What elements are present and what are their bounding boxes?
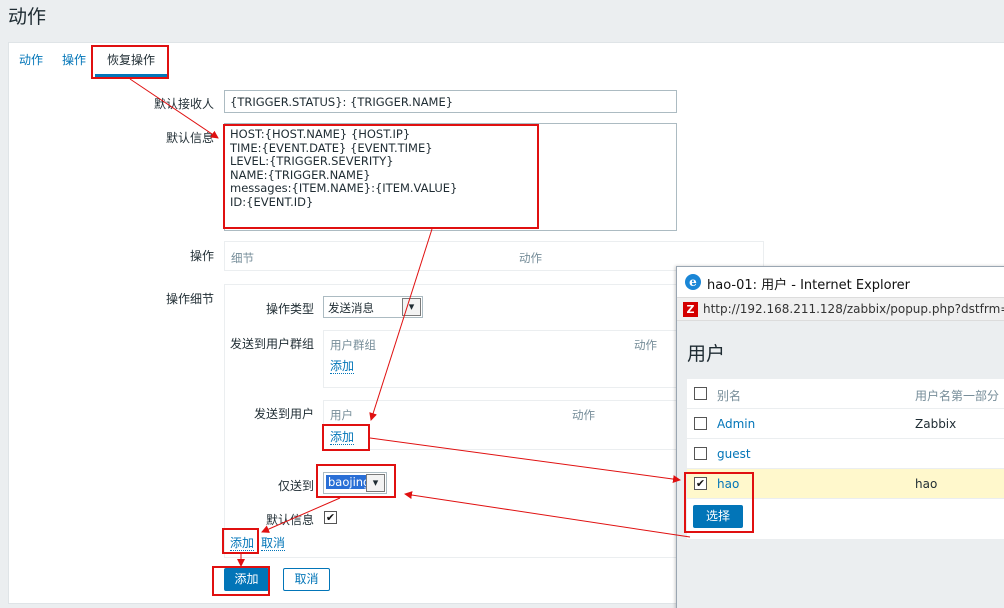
user-first-name: Zabbix [915, 417, 957, 431]
default-message-textarea[interactable]: HOST:{HOST.NAME} {HOST.IP} TIME:{EVENT.D… [224, 123, 677, 231]
message-line: messages:{ITEM.NAME}:{ITEM.VALUE} [230, 181, 458, 196]
chevron-down-icon: ▾ [402, 298, 421, 316]
user-first-name: hao [915, 477, 938, 491]
popup-heading: 用户 [687, 343, 726, 365]
user-alias-link[interactable]: guest [717, 447, 751, 461]
default-message-label: 默认信息 [165, 131, 214, 145]
users-col-action: 动作 [572, 408, 595, 422]
tab-operations[interactable]: 操作 [62, 43, 86, 75]
operation-details-label: 操作细节 [165, 292, 214, 306]
row-checkbox-checked[interactable]: ✔ [694, 477, 707, 490]
message-line: TIME:{EVENT.DATE} {EVENT.TIME} [230, 140, 433, 155]
message-line: HOST:{HOST.NAME} {HOST.IP} [230, 127, 411, 141]
user-groups-table: 用户群组 动作 添加 [323, 330, 683, 388]
operations-col-action: 动作 [519, 251, 542, 265]
operation-type-value: 发送消息 [328, 301, 374, 315]
table-row[interactable]: ✔ hao hao [687, 469, 1004, 499]
default-recipient-label: 默认接收人 [153, 97, 214, 111]
users-table: 用户 动作 添加 [323, 400, 683, 450]
inner-add-link[interactable]: 添加 [230, 536, 255, 551]
user-alias-link[interactable]: Admin [717, 417, 755, 431]
tab-recovery-operations[interactable]: 恢复操作 [95, 43, 168, 77]
table-header-row: 别名 用户名第一部分 [687, 379, 1004, 409]
inner-cancel-link[interactable]: 取消 [261, 536, 286, 551]
page-title: 动作 [8, 6, 47, 28]
popup-window-title: hao-01: 用户 - Internet Explorer [707, 278, 910, 293]
internet-explorer-icon: e [685, 274, 701, 290]
select-button[interactable]: 选择 [693, 505, 743, 528]
users-col-user: 用户 [330, 408, 353, 422]
groups-col-action: 动作 [634, 338, 657, 352]
tab-bar: 动作 操作 恢复操作 [9, 43, 1004, 77]
col-alias: 别名 [717, 389, 742, 403]
message-line: ID:{EVENT.ID} [230, 194, 314, 209]
ie-popup-window: e hao-01: 用户 - Internet Explorer Z http:… [676, 266, 1004, 608]
table-row[interactable]: Admin Zabbix [687, 409, 1004, 439]
cancel-button[interactable]: 取消 [283, 568, 330, 591]
send-to-users-label: 发送到用户 [253, 407, 314, 421]
operations-label: 操作 [189, 249, 214, 263]
add-user-group-link[interactable]: 添加 [330, 359, 355, 374]
groups-col-group: 用户群组 [330, 338, 376, 352]
default-message-checkbox[interactable]: ✔ [324, 511, 337, 524]
operation-type-select[interactable]: 发送消息 ▾ [323, 296, 423, 318]
operations-col-details: 细节 [231, 251, 254, 265]
operation-type-label: 操作类型 [265, 302, 314, 316]
message-line: LEVEL:{TRIGGER.SEVERITY} [230, 154, 394, 169]
select-all-checkbox[interactable] [694, 387, 707, 400]
user-alias-link[interactable]: hao [717, 477, 739, 491]
default-recipient-input[interactable]: {TRIGGER.STATUS}: {TRIGGER.NAME} [224, 90, 677, 113]
popup-address-bar[interactable]: Z http://192.168.211.128/zabbix/popup.ph… [677, 297, 1004, 321]
send-only-to-select[interactable]: baojing ▾ [323, 472, 387, 494]
tab-action[interactable]: 动作 [19, 43, 43, 75]
add-user-link[interactable]: 添加 [330, 430, 355, 445]
add-button[interactable]: 添加 [224, 568, 269, 591]
send-only-to-label: 仅送到 [277, 479, 314, 493]
table-row[interactable]: guest [687, 439, 1004, 469]
table-footer-row: 选择 [687, 499, 1004, 529]
send-to-groups-label: 发送到用户群组 [229, 337, 314, 351]
users-select-table: 别名 用户名第一部分 Admin Zabbix guest ✔ hao hao … [687, 379, 1004, 539]
popup-address-text: http://192.168.211.128/zabbix/popup.php?… [703, 302, 1004, 316]
default-message-checkbox-label: 默认信息 [265, 513, 314, 527]
row-checkbox[interactable] [694, 417, 707, 430]
popup-titlebar[interactable]: e hao-01: 用户 - Internet Explorer [677, 267, 1004, 297]
zabbix-icon: Z [683, 302, 698, 317]
popup-body: 用户 别名 用户名第一部分 Admin Zabbix guest ✔ hao h… [677, 321, 1004, 608]
chevron-down-icon: ▾ [366, 474, 385, 492]
row-checkbox[interactable] [694, 447, 707, 460]
col-first-name: 用户名第一部分 [915, 389, 1000, 403]
message-line: NAME:{TRIGGER.NAME} [230, 167, 371, 182]
